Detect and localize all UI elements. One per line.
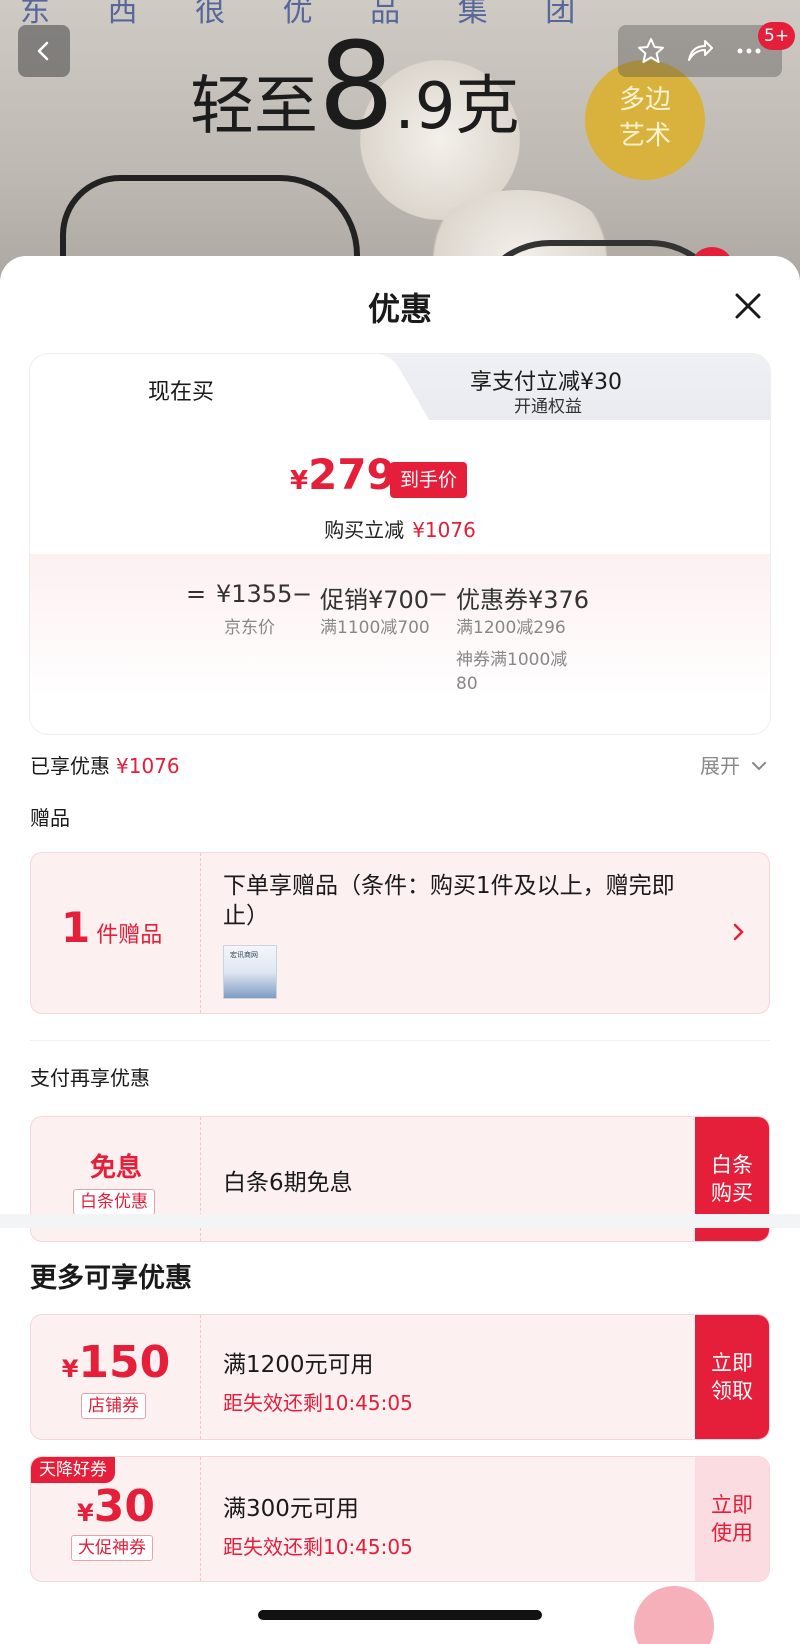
claim-coupon-line-2: 领取 <box>711 1379 753 1403</box>
gift-count: 1 件赠品 <box>61 903 162 952</box>
gift-description: 下单享赠品（条件：购买1件及以上，赠完即止） <box>223 873 675 929</box>
pay-section-label: 支付再享优惠 <box>30 1066 150 1090</box>
chevron-down-icon <box>752 762 767 771</box>
coupon-condition: 满300元可用 <box>223 1496 359 1522</box>
chevron-left-icon <box>37 41 49 61</box>
banner-badge: 多边 艺术 <box>585 60 705 180</box>
breakdown-base-price: ¥1355 <box>216 580 293 608</box>
breakdown-coupon: 优惠券¥376 <box>456 586 590 614</box>
coupon-card-left: ¥150 店铺券 <box>31 1315 201 1439</box>
section-divider <box>0 1214 800 1228</box>
banner-title: 轻至8.9克 <box>190 28 520 148</box>
coupon-countdown: 距失效还剩10:45:05 <box>223 1535 413 1559</box>
gift-card[interactable]: 1 件赠品 下单享赠品（条件：购买1件及以上，赠完即止） 宏讯商网 <box>30 852 770 1014</box>
coupon-amount: 30 <box>93 1481 155 1532</box>
coupon-amount: 150 <box>78 1337 171 1388</box>
close-icon <box>735 293 761 319</box>
coupon-currency: ¥ <box>61 1355 79 1383</box>
coupon-condition: 满1200元可用 <box>223 1352 374 1378</box>
use-coupon-button[interactable]: 立即 使用 <box>695 1457 769 1581</box>
banner-badge-line-2: 艺术 <box>618 121 671 151</box>
coupon-value: ¥30 <box>31 1481 201 1532</box>
enjoyed-amount: ¥1076 <box>116 754 180 778</box>
enjoyed-discount: 已享优惠 ¥1076 <box>30 750 180 779</box>
banner-top-text: 东 西 很 优 品 集 团 <box>20 0 600 29</box>
banner-title-big: 8 <box>318 18 395 157</box>
share-icon[interactable] <box>685 36 715 66</box>
chevron-right-icon <box>733 923 744 941</box>
reduce-amount: ¥1076 <box>412 518 476 542</box>
coupon-countdown: 距失效还剩10:45:05 <box>223 1391 413 1415</box>
breakdown-base-label: 京东价 <box>224 618 275 638</box>
coupon-currency: ¥ <box>77 1499 94 1527</box>
reduce-label: 购买立减 <box>324 518 405 542</box>
tab-buy-now[interactable]: 现在买 <box>30 354 370 420</box>
final-price-currency: ¥ <box>290 466 309 496</box>
coupon-card: ¥150 店铺券 满1200元可用 距失效还剩10:45:05 立即 领取 <box>30 1314 770 1440</box>
breakdown-coupon-detail: 满1200减296 <box>456 618 566 638</box>
tab-buy-now-label: 现在买 <box>148 380 215 405</box>
coupon-type-tag: 大促神券 <box>71 1535 153 1561</box>
price-card: 享支付立减¥30 开通权益 现在买 ¥279 到手价 购买立减 ¥1076 = ¥… <box>30 354 770 734</box>
sheet-title: 优惠 <box>367 290 432 328</box>
coupon-card-left: 天降好券 ¥30 大促神券 <box>31 1457 201 1581</box>
final-price-value: 279 <box>308 450 396 499</box>
claim-coupon-line-1: 立即 <box>711 1351 753 1375</box>
discount-sheet: 优惠 享支付立减¥30 开通权益 现在买 ¥279 到手价 购买立减 ¥1076 … <box>0 256 800 1644</box>
banner-title-prefix: 轻至 <box>190 70 318 144</box>
claim-coupon-button[interactable]: 立即 领取 <box>695 1315 769 1439</box>
reduce-summary: 购买立减 ¥1076 <box>30 514 770 543</box>
coupon-type-tag: 店铺券 <box>81 1393 146 1419</box>
use-coupon-line-1: 立即 <box>711 1493 753 1517</box>
breakdown-promo-detail: 满1100减700 <box>320 618 430 638</box>
coupon-card: 天降好券 ¥30 大促神券 满300元可用 距失效还剩10:45:05 立即 使… <box>30 1456 770 1582</box>
price-breakdown: = ¥1355 − 促销¥700 − 优惠券¥376 京东价 满1100减700… <box>30 554 770 734</box>
final-price: ¥279 <box>290 450 396 499</box>
more-discounts-title: 更多可享优惠 <box>30 1263 192 1294</box>
baitiao-description: 白条6期免息 <box>223 1170 353 1196</box>
gift-thumbnail: 宏讯商网 <box>223 945 277 999</box>
breakdown-promo: 促销¥700 <box>320 586 430 614</box>
banner-title-suffix: .9克 <box>394 70 520 144</box>
final-price-tag: 到手价 <box>390 462 468 498</box>
coupon-ribbon: 天降好券 <box>31 1457 115 1483</box>
home-indicator[interactable] <box>258 1610 542 1620</box>
breakdown-coupon-detail: 神券满1000减 <box>456 650 568 670</box>
breakdown-equals: = <box>186 580 207 608</box>
gift-section-label: 赠品 <box>30 806 70 830</box>
baitiao-buy-line-1: 白条 <box>711 1153 753 1177</box>
baitiao-buy-line-2: 购买 <box>711 1181 753 1205</box>
divider <box>30 1040 770 1041</box>
use-coupon-line-2: 使用 <box>711 1521 753 1545</box>
gift-thumbnail-text: 宏讯商网 <box>230 951 258 959</box>
breakdown-minus: − <box>428 580 449 608</box>
tab-pay-subtitle: 开通权益 <box>514 397 582 417</box>
gift-count-number: 1 <box>61 903 91 952</box>
gift-count-unit: 件赠品 <box>96 923 163 948</box>
breakdown-minus: − <box>292 580 313 608</box>
notification-badge: 5+ <box>758 22 796 50</box>
baitiao-tag: 白条优惠 <box>73 1189 155 1215</box>
expand-label: 展开 <box>700 754 740 778</box>
banner-badge-line-1: 多边 <box>618 85 671 115</box>
expand-button[interactable]: 展开 <box>700 750 768 779</box>
interest-free-title: 免息 <box>89 1153 142 1183</box>
back-button[interactable] <box>18 25 70 77</box>
star-icon[interactable] <box>636 36 666 66</box>
enjoyed-label: 已享优惠 <box>30 754 110 778</box>
coupon-value: ¥150 <box>31 1337 201 1388</box>
breakdown-coupon-detail: 80 <box>456 674 478 694</box>
gift-card-left: 1 件赠品 <box>31 853 201 1013</box>
close-button[interactable] <box>728 286 768 326</box>
